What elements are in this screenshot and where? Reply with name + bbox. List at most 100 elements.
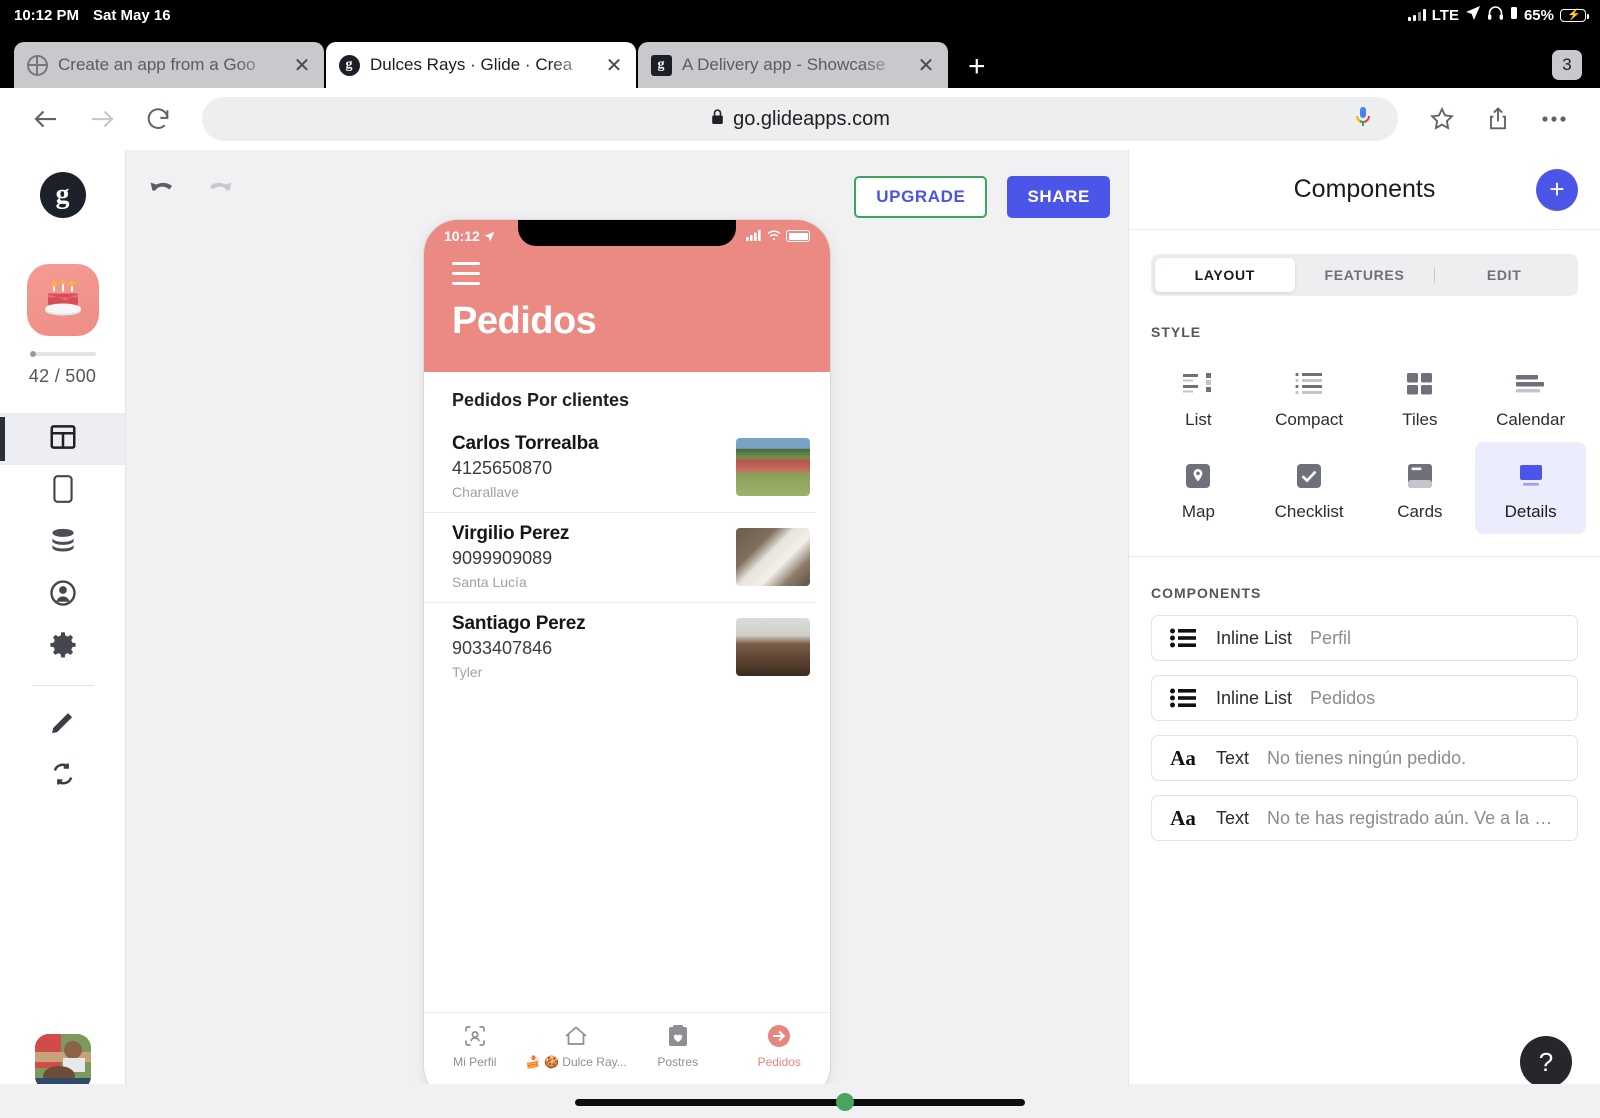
browser-tab-2[interactable]: g Dulces Rays · Glide · Crea ✕	[326, 42, 636, 88]
style-option-label: List	[1185, 410, 1212, 429]
new-tab-button[interactable]: +	[950, 52, 1004, 88]
share-button[interactable]: SHARE	[1007, 176, 1110, 218]
text-icon: Aa	[1170, 745, 1196, 770]
style-option-calendar[interactable]: Calendar	[1475, 350, 1586, 442]
components-list: Inline List Perfil Inline List Pedidos A…	[1129, 615, 1600, 841]
style-option-label: Compact	[1275, 410, 1344, 429]
tab-features[interactable]: FEATURES	[1295, 258, 1435, 292]
close-icon[interactable]: ✕	[604, 53, 624, 78]
close-icon[interactable]: ✕	[292, 53, 312, 78]
tab-layout[interactable]: LAYOUT	[1155, 258, 1295, 292]
list-item-name: Carlos Torrealba	[452, 433, 599, 454]
component-row-text-2[interactable]: Aa Text No te has registrado aún. Ve a l…	[1151, 795, 1578, 841]
browser-tab-3[interactable]: g A Delivery app - Showcase ✕	[638, 42, 948, 88]
phone-wifi-icon	[767, 228, 781, 244]
list-item-place: Santa Lucía	[452, 574, 527, 590]
phone-tab-postres[interactable]: Postres	[627, 1023, 729, 1069]
browser-tab-1[interactable]: Create an app from a Goo ✕	[14, 42, 324, 88]
list-item[interactable]: Santiago Perez 9033407846 Tyler	[424, 603, 816, 692]
upgrade-button[interactable]: UPGRADE	[854, 176, 988, 218]
hamburger-icon[interactable]	[452, 262, 480, 285]
close-icon[interactable]: ✕	[916, 53, 936, 78]
component-row-inline-list-pedidos[interactable]: Inline List Pedidos	[1151, 675, 1578, 721]
component-kind: Inline List	[1216, 627, 1293, 648]
more-options-icon[interactable]	[1528, 97, 1580, 141]
phone-list: Carlos Torrealba 4125650870 Charallave V…	[424, 423, 830, 692]
home-icon	[526, 1023, 628, 1049]
sidebar-item-data[interactable]	[0, 517, 125, 569]
list-item-name: Santiago Perez	[452, 613, 586, 634]
phone-preview[interactable]: 10:12 Pedidos Pedidos Por clientes Carlo…	[424, 220, 830, 1100]
bag-heart-icon	[627, 1023, 729, 1049]
style-option-cards[interactable]: Cards	[1365, 442, 1476, 534]
battery-icon: ⚡	[1560, 8, 1589, 22]
sidebar-item-design[interactable]	[0, 698, 125, 750]
left-rail: g 42 / 500	[0, 150, 126, 1116]
style-option-checklist[interactable]: Checklist	[1254, 442, 1365, 534]
back-arrow-icon[interactable]	[20, 97, 72, 141]
list-item-thumbnail	[736, 437, 810, 496]
list-item[interactable]: Carlos Torrealba 4125650870 Charallave	[424, 423, 816, 513]
microphone-icon[interactable]	[1352, 104, 1374, 135]
style-option-label: Tiles	[1402, 410, 1438, 429]
style-option-map[interactable]: Map	[1143, 442, 1254, 534]
component-kind: Inline List	[1216, 687, 1293, 708]
details-icon	[1475, 456, 1586, 496]
style-option-compact[interactable]: Compact	[1254, 350, 1365, 442]
phone-tab-pedidos[interactable]: Pedidos	[729, 1023, 831, 1069]
style-option-details[interactable]: Details	[1475, 442, 1586, 534]
canvas-actions: UPGRADE SHARE	[854, 176, 1110, 218]
user-circle-icon	[48, 578, 78, 613]
app-icon-birthday-cake-icon[interactable]	[26, 264, 99, 336]
style-option-tiles[interactable]: Tiles	[1365, 350, 1476, 442]
phone-header: 10:12 Pedidos	[424, 220, 830, 372]
tab-count-badge[interactable]: 3	[1552, 50, 1582, 80]
status-time: 10:12 PM	[14, 6, 80, 24]
components-section-label: COMPONENTS	[1151, 585, 1262, 601]
phone-tab-mi-perfil[interactable]: Mi Perfil	[424, 1023, 526, 1069]
component-row-text-1[interactable]: Aa Text No tienes ningún pedido.	[1151, 735, 1578, 781]
signal-bars-icon	[1407, 9, 1426, 21]
style-option-list[interactable]: List	[1143, 350, 1254, 442]
style-option-label: Cards	[1397, 502, 1443, 521]
list-item-phone: 9033407846	[452, 638, 553, 658]
sidebar-item-layout[interactable]	[0, 413, 125, 465]
network-type: LTE	[1431, 6, 1459, 24]
panel-tabs: LAYOUT FEATURES EDIT	[1151, 254, 1578, 296]
component-row-inline-list-perfil[interactable]: Inline List Perfil	[1151, 615, 1578, 661]
browser-toolbar: go.glideapps.com	[0, 88, 1600, 150]
home-indicator[interactable]	[575, 1099, 1025, 1106]
avatar[interactable]	[34, 1034, 91, 1090]
canvas: UPGRADE SHARE 10:12 Pedidos Pedidos Por …	[126, 150, 1128, 1116]
battery-mini-icon	[1510, 6, 1518, 24]
profile-scan-icon	[424, 1023, 526, 1049]
undo-icon[interactable]	[148, 176, 178, 207]
share-icon[interactable]	[1472, 97, 1524, 141]
list-style-icon	[1143, 364, 1254, 404]
sidebar-item-screens[interactable]	[0, 465, 125, 517]
glide-logo[interactable]: g	[39, 172, 86, 218]
phone-screen-title: Pedidos	[452, 300, 597, 342]
phone-tab-dulce-rays[interactable]: 🍰 🍪 Dulce Ray...	[526, 1023, 628, 1069]
add-component-button[interactable]: +	[1536, 168, 1578, 211]
text-icon: Aa	[1170, 805, 1196, 830]
battery-percent: 65%	[1523, 6, 1554, 24]
reload-icon[interactable]	[132, 97, 184, 141]
sidebar-item-sync[interactable]	[0, 750, 125, 802]
list-item[interactable]: Virgilio Perez 9099909089 Santa Lucía	[424, 513, 816, 603]
list-item-thumbnail	[736, 527, 810, 586]
sidebar-item-settings[interactable]	[0, 621, 125, 673]
phone-notch	[518, 220, 736, 246]
url-bar[interactable]: go.glideapps.com	[202, 97, 1398, 141]
component-value: No tienes ningún pedido.	[1267, 747, 1467, 768]
row-quota-progress	[29, 351, 96, 357]
style-option-label: Calendar	[1496, 410, 1566, 429]
list-item-phone: 9099909089	[452, 548, 553, 568]
forward-arrow-icon[interactable]	[76, 97, 128, 141]
sidebar-item-users[interactable]	[0, 569, 125, 621]
help-button[interactable]: ?	[1520, 1036, 1572, 1088]
tab-edit[interactable]: EDIT	[1434, 258, 1574, 292]
bookmark-star-icon[interactable]	[1416, 97, 1468, 141]
map-pin-icon	[1143, 456, 1254, 496]
phone-icon	[50, 474, 76, 509]
